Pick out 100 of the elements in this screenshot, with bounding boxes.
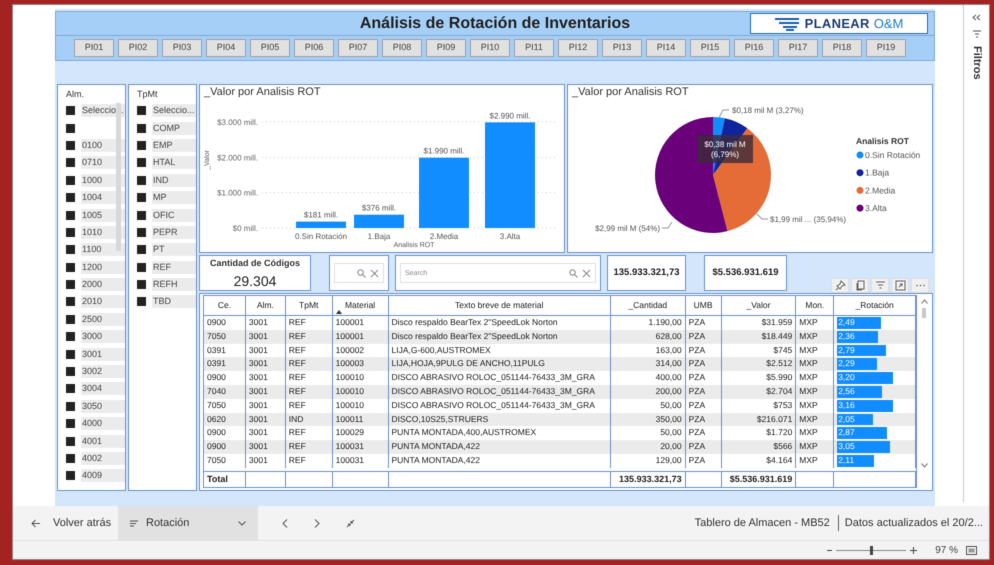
checkbox[interactable] bbox=[66, 228, 75, 237]
checkbox[interactable] bbox=[66, 158, 75, 168]
checkbox[interactable] bbox=[66, 367, 75, 376]
checkbox[interactable] bbox=[66, 176, 75, 185]
checkbox[interactable] bbox=[66, 245, 75, 254]
slicer-item[interactable]: 2000 bbox=[81, 278, 125, 292]
filters-pane-title[interactable]: Filtros bbox=[968, 46, 985, 80]
page-button[interactable]: PI10 bbox=[470, 39, 510, 57]
checkbox[interactable] bbox=[137, 140, 146, 150]
checkbox[interactable] bbox=[66, 262, 75, 272]
slicer-item[interactable]: IND bbox=[152, 174, 196, 187]
column-header[interactable]: UMB bbox=[686, 296, 722, 315]
page-button[interactable]: PI09 bbox=[426, 39, 466, 57]
column-header[interactable]: Ce. bbox=[204, 296, 246, 315]
column-header[interactable]: _Rotación bbox=[834, 296, 916, 315]
checkbox[interactable] bbox=[137, 106, 146, 116]
checkbox[interactable] bbox=[137, 297, 146, 306]
slicer-item[interactable]: 2010 bbox=[81, 295, 125, 308]
page-button[interactable]: PI13 bbox=[602, 39, 642, 57]
close-icon[interactable] bbox=[582, 268, 591, 278]
slicer-item[interactable]: 2500 bbox=[81, 312, 125, 326]
page-button[interactable]: PI19 bbox=[866, 39, 906, 57]
checkbox[interactable] bbox=[137, 158, 146, 168]
page-button[interactable]: PI11 bbox=[514, 39, 554, 57]
checkbox[interactable] bbox=[66, 210, 75, 220]
column-header[interactable]: TpMt bbox=[286, 296, 333, 315]
back-button[interactable]: Volver atrás bbox=[13, 506, 118, 540]
slicer-item[interactable]: COMP bbox=[152, 122, 196, 135]
page-button[interactable]: PI17 bbox=[778, 39, 818, 57]
checkbox[interactable] bbox=[66, 419, 75, 428]
page-button[interactable]: PI18 bbox=[822, 39, 862, 57]
page-button[interactable]: PI15 bbox=[690, 39, 730, 57]
slicer-item[interactable]: 3002 bbox=[81, 365, 125, 378]
expand-button[interactable] bbox=[891, 278, 909, 293]
checkbox[interactable] bbox=[137, 262, 146, 272]
collapse-icon[interactable] bbox=[346, 518, 355, 528]
checkbox[interactable] bbox=[66, 402, 75, 411]
checkbox[interactable] bbox=[66, 140, 75, 150]
slicer-item[interactable]: 4009 bbox=[81, 469, 125, 482]
page-button[interactable]: PI16 bbox=[734, 39, 774, 57]
search-icon[interactable] bbox=[357, 268, 366, 278]
checkbox[interactable] bbox=[137, 245, 146, 254]
checkbox[interactable] bbox=[137, 193, 146, 202]
chevron-right-icon[interactable] bbox=[314, 518, 320, 528]
page-button[interactable]: PI03 bbox=[162, 39, 202, 57]
page-button[interactable]: PI08 bbox=[382, 39, 422, 57]
page-button[interactable]: PI02 bbox=[118, 39, 158, 57]
checkbox[interactable] bbox=[66, 106, 75, 116]
column-header[interactable]: Alm. bbox=[246, 296, 286, 315]
slicer-item[interactable]: REFH bbox=[152, 278, 196, 292]
column-header[interactable]: Mon. bbox=[796, 296, 834, 315]
slicer-item[interactable]: OFIC bbox=[152, 208, 196, 222]
checkbox[interactable] bbox=[66, 471, 75, 480]
column-header[interactable]: _Valor bbox=[722, 296, 796, 315]
filter-button[interactable] bbox=[871, 278, 889, 293]
copy-button[interactable] bbox=[851, 278, 869, 293]
slicer-item[interactable]: PEPR bbox=[152, 226, 196, 239]
checkbox[interactable] bbox=[137, 176, 146, 185]
column-header[interactable]: Material bbox=[332, 296, 388, 315]
column-header[interactable]: Texto breve de material bbox=[388, 296, 611, 315]
page-button[interactable]: PI05 bbox=[250, 39, 290, 57]
checkbox[interactable] bbox=[66, 280, 75, 290]
page-button[interactable]: PI14 bbox=[646, 39, 686, 57]
page-button[interactable]: PI06 bbox=[294, 39, 334, 57]
slicer-item[interactable]: Seleccio... bbox=[152, 104, 196, 118]
checkbox[interactable] bbox=[137, 124, 146, 133]
slicer-item[interactable]: 1100 bbox=[81, 243, 125, 256]
minus-icon[interactable] bbox=[827, 548, 832, 552]
search-icon[interactable] bbox=[569, 268, 578, 278]
slicer-item[interactable]: 4001 bbox=[81, 434, 125, 448]
checkbox[interactable] bbox=[66, 436, 75, 446]
pin-button[interactable] bbox=[831, 278, 849, 293]
checkbox[interactable] bbox=[66, 332, 75, 342]
slicer-item[interactable]: 4002 bbox=[81, 452, 125, 465]
slicer-item[interactable]: REF bbox=[152, 260, 196, 274]
slicer-item[interactable]: 3004 bbox=[81, 382, 125, 396]
checkbox[interactable] bbox=[66, 124, 75, 133]
page-button[interactable]: PI04 bbox=[206, 39, 246, 57]
slicer-item[interactable]: PT bbox=[152, 243, 196, 256]
page-button[interactable]: PI12 bbox=[558, 39, 598, 57]
checkbox[interactable] bbox=[66, 454, 75, 463]
slicer-item[interactable]: 3050 bbox=[81, 400, 125, 413]
search-box[interactable] bbox=[334, 263, 384, 283]
page-button[interactable]: PI01 bbox=[74, 39, 114, 57]
slicer-item[interactable]: 3000 bbox=[81, 330, 125, 344]
slicer-item[interactable]: TBD bbox=[152, 295, 196, 308]
slider-thumb[interactable] bbox=[870, 546, 873, 554]
close-icon[interactable] bbox=[370, 268, 379, 278]
slicer-item[interactable]: 1200 bbox=[81, 260, 125, 274]
checkbox[interactable] bbox=[137, 228, 146, 237]
chevron-left-icon[interactable] bbox=[972, 13, 981, 22]
scrollbar-thumb[interactable] bbox=[922, 308, 926, 318]
slicer-item[interactable]: 4000 bbox=[81, 417, 125, 430]
slicer-item[interactable]: 3001 bbox=[81, 348, 125, 361]
checkbox[interactable] bbox=[137, 280, 146, 290]
slicer-item[interactable]: MP bbox=[152, 191, 196, 204]
checkbox[interactable] bbox=[137, 210, 146, 220]
checkbox[interactable] bbox=[66, 193, 75, 202]
checkbox[interactable] bbox=[66, 350, 75, 359]
checkbox[interactable] bbox=[66, 297, 75, 306]
